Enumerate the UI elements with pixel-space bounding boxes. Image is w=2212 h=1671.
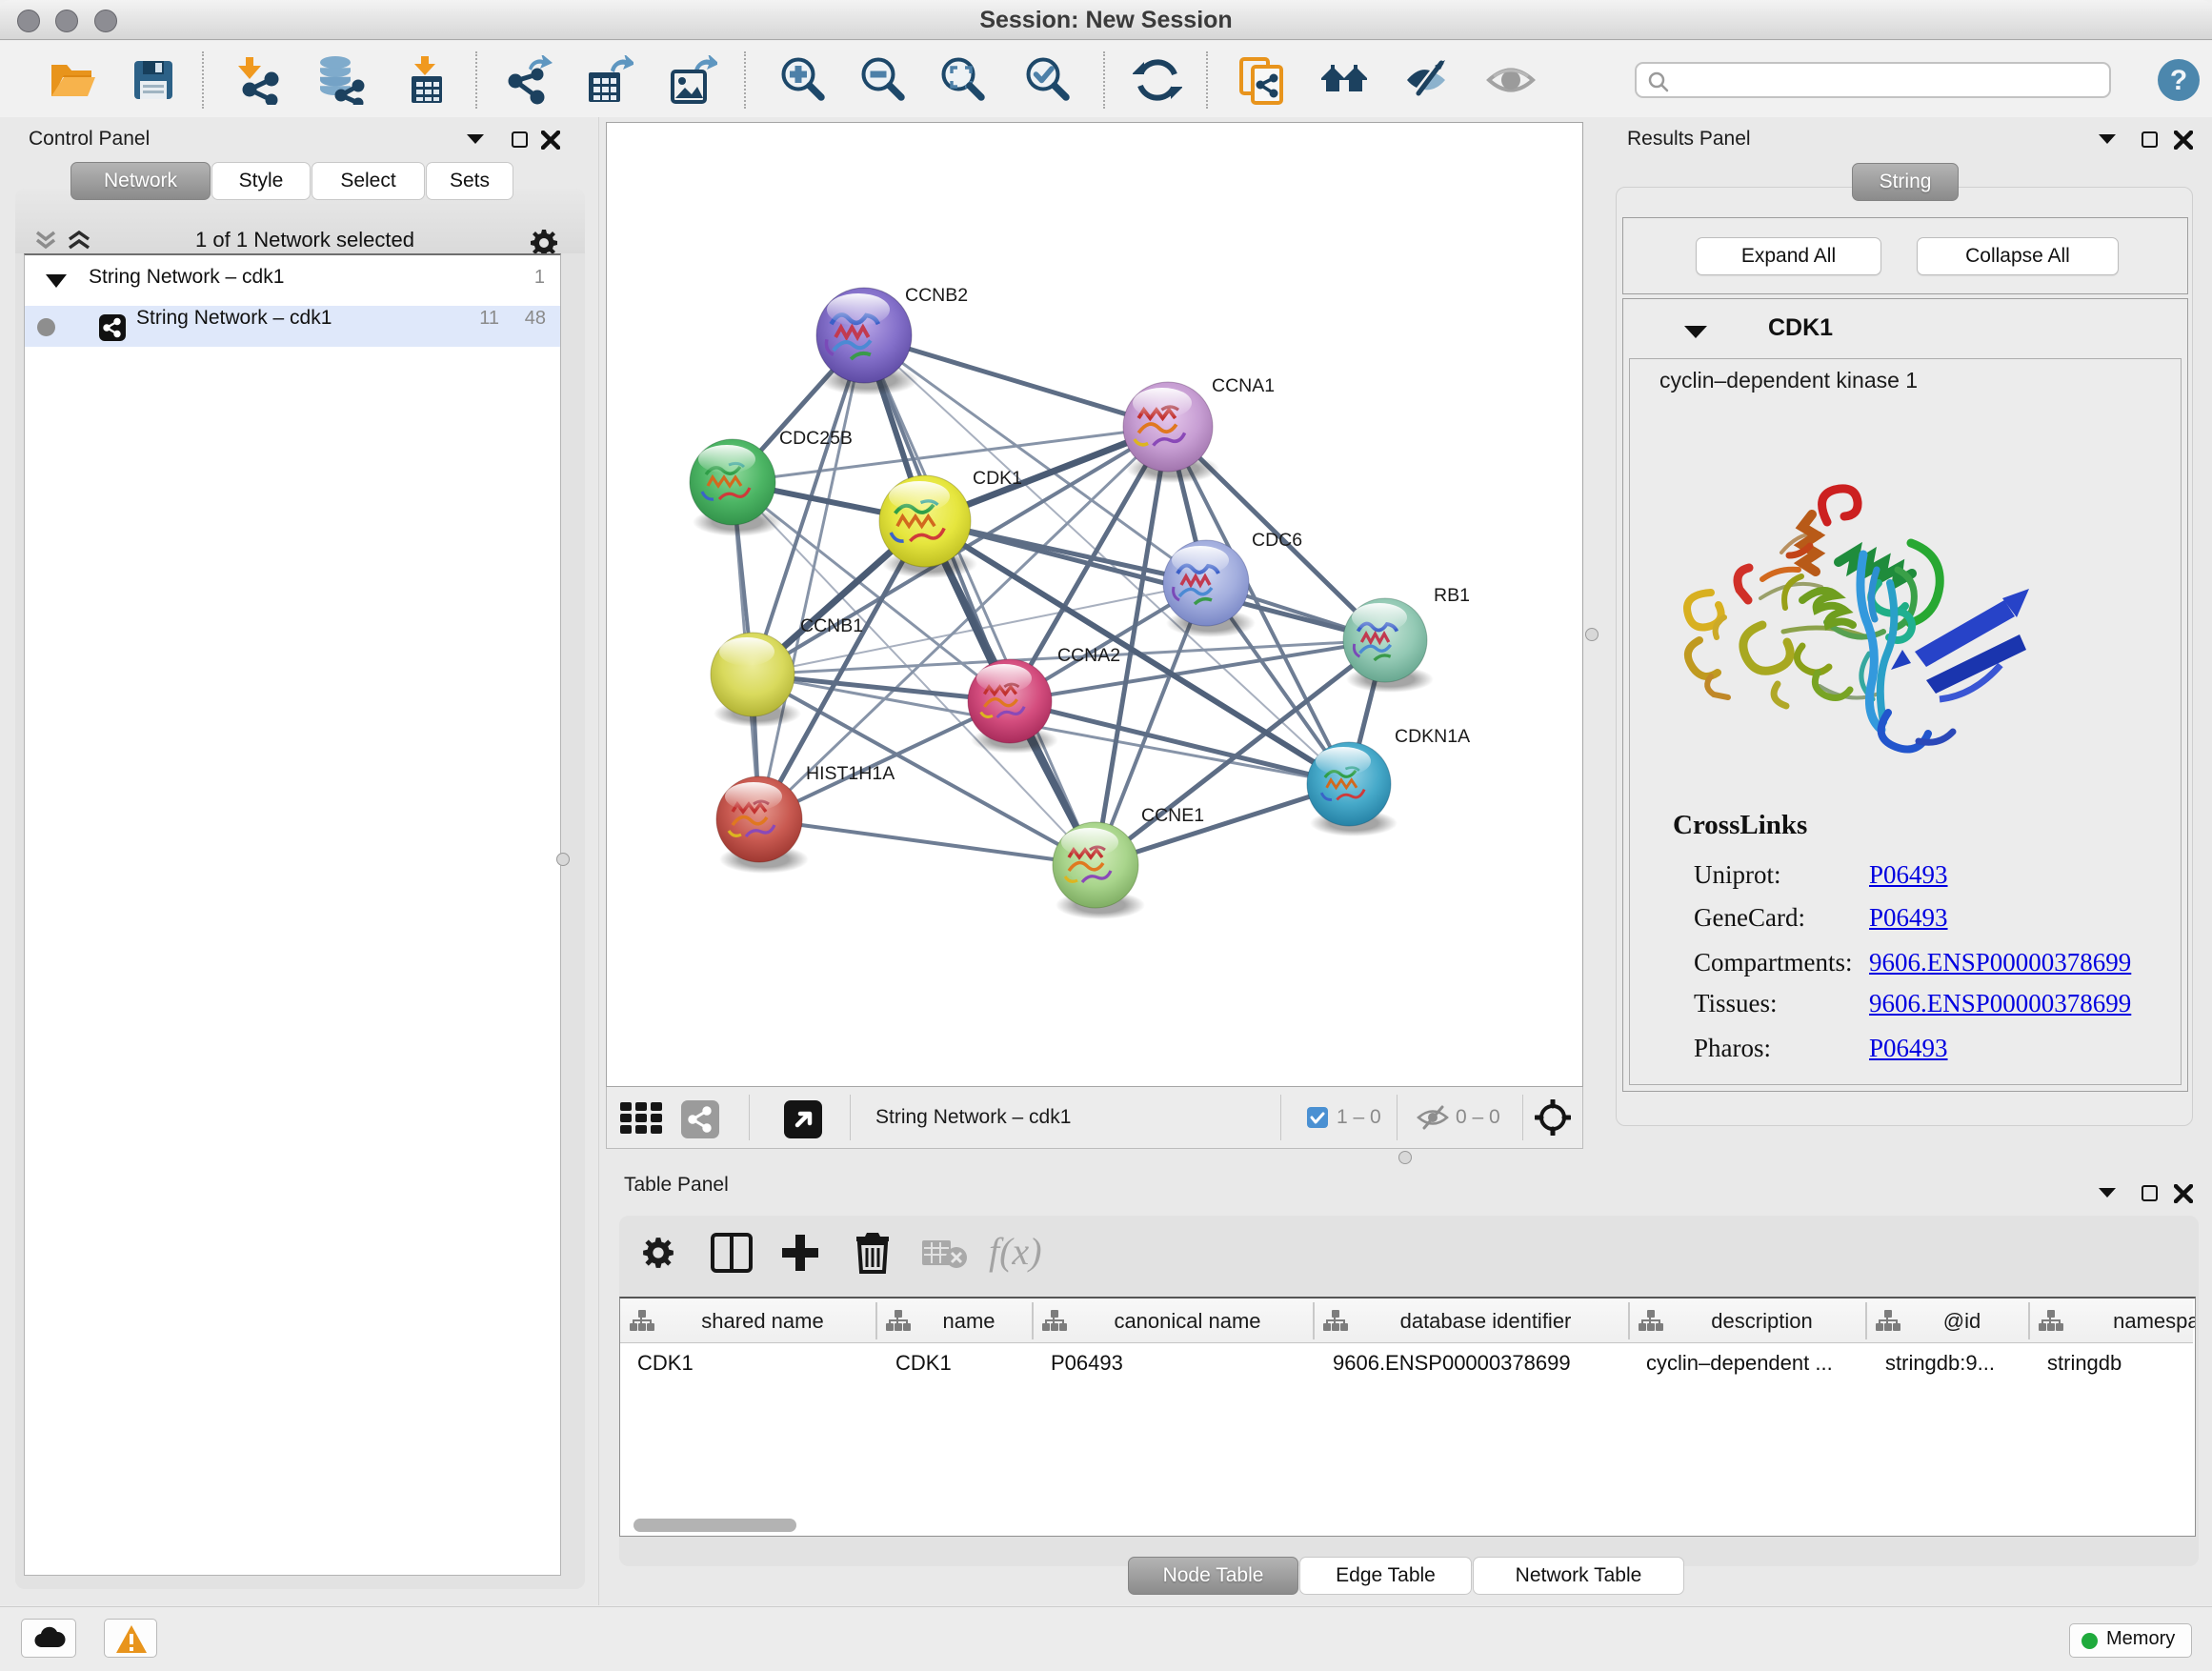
svg-text:CDKN1A: CDKN1A <box>1395 726 1470 747</box>
svg-text:HIST1H1A: HIST1H1A <box>806 763 895 784</box>
svg-text:CCNB2: CCNB2 <box>905 285 968 306</box>
svg-text:?: ? <box>2170 65 2187 96</box>
svg-text:CDC6: CDC6 <box>1252 530 1302 551</box>
svg-text:CCNA2: CCNA2 <box>1057 645 1120 666</box>
svg-text:CCNE1: CCNE1 <box>1141 805 1204 826</box>
svg-text:CDC25B: CDC25B <box>779 428 853 449</box>
svg-text:RB1: RB1 <box>1434 585 1470 606</box>
svg-text:CCNA1: CCNA1 <box>1212 375 1275 396</box>
svg-text:CDK1: CDK1 <box>973 468 1022 489</box>
svg-text:CCNB1: CCNB1 <box>800 615 863 636</box>
